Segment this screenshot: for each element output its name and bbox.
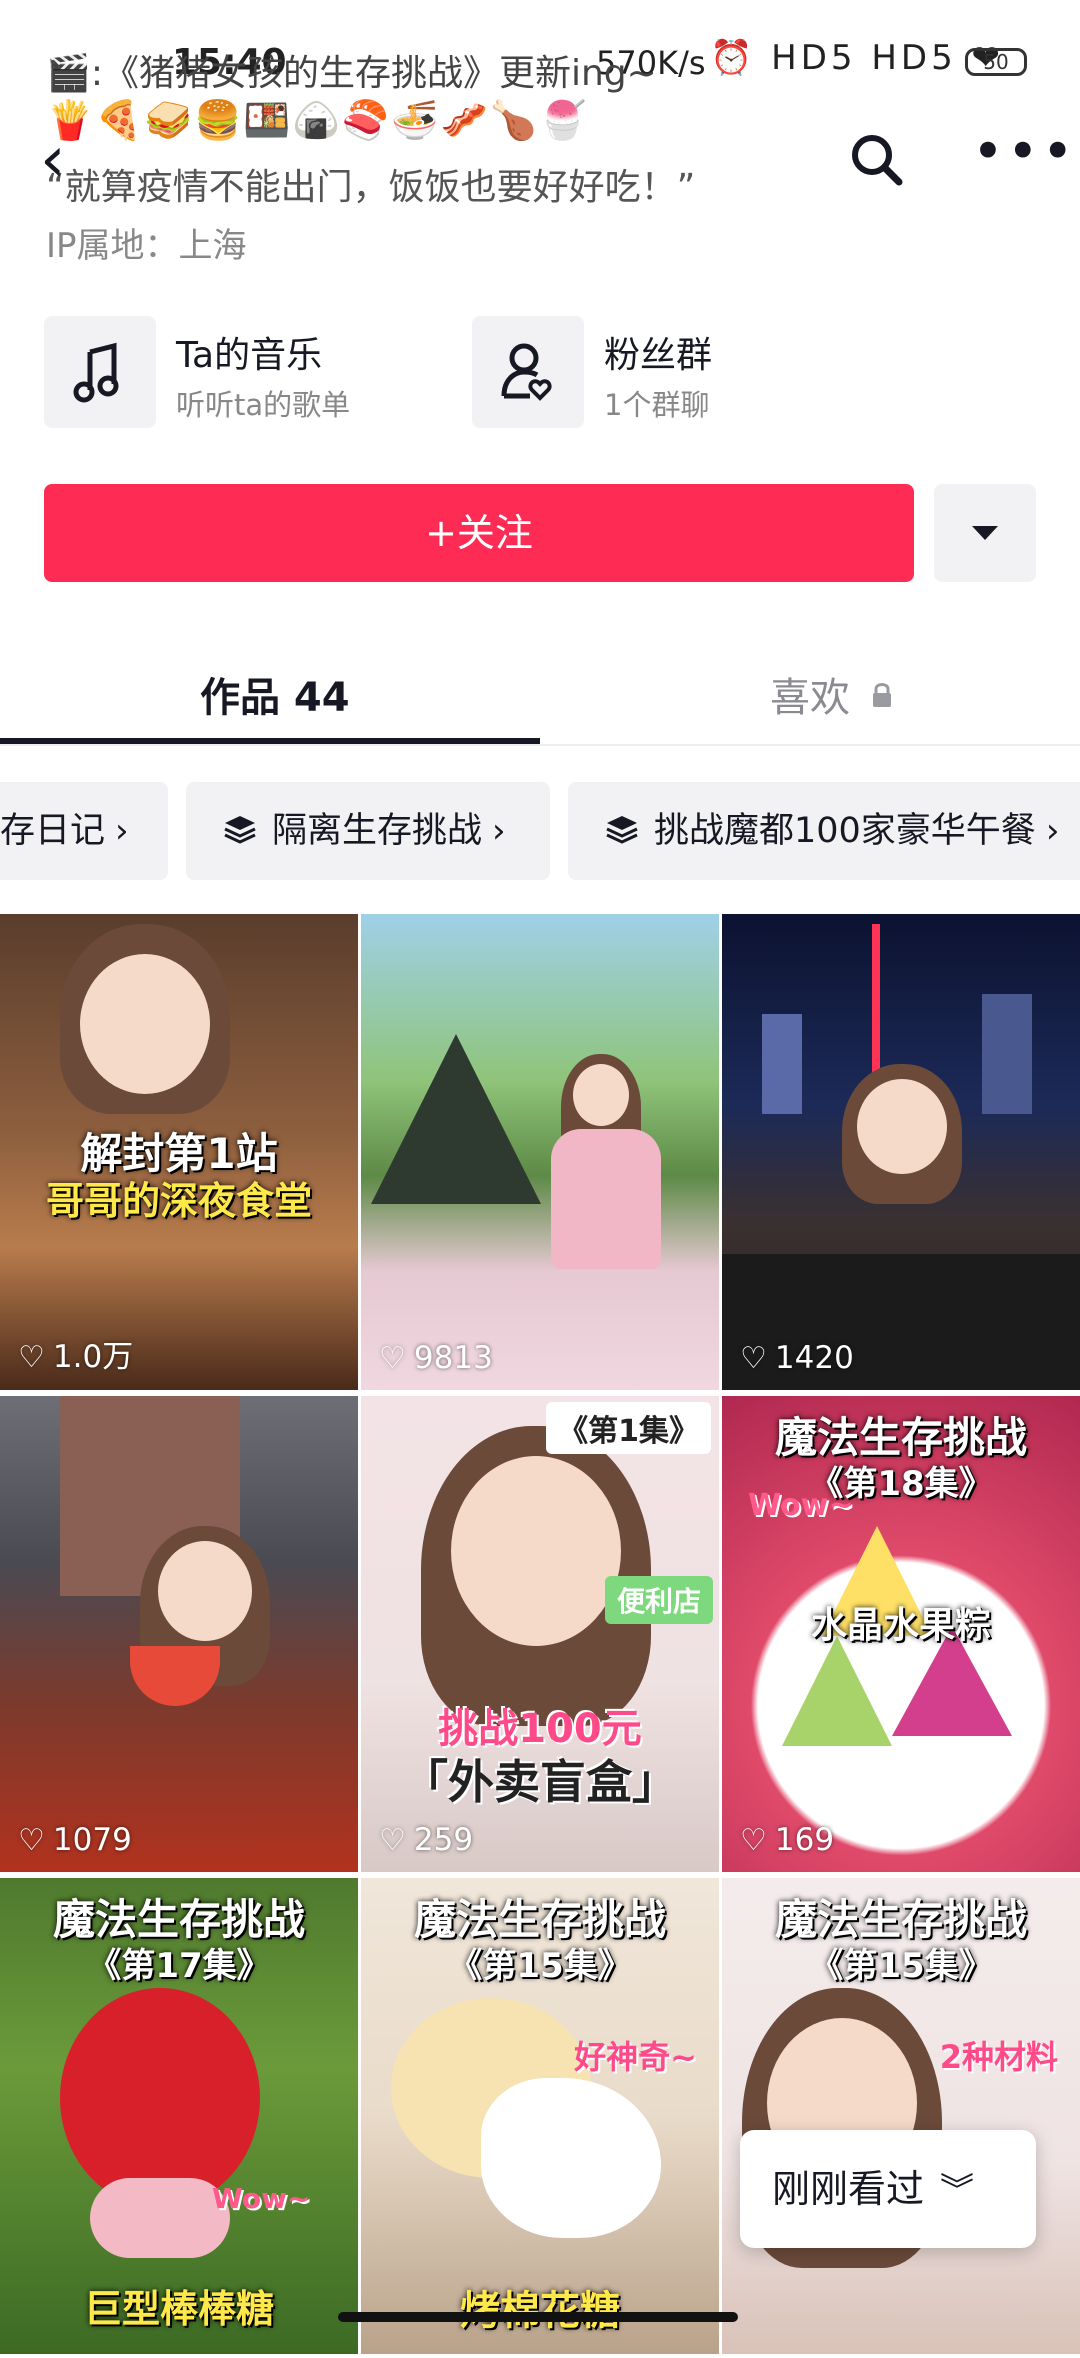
chevron-right-icon: › [1045, 811, 1060, 851]
heart-icon: ♡ [740, 1823, 767, 1858]
video-thumbnail[interactable]: ♡ 9813 [361, 914, 719, 1390]
decoration [551, 1129, 661, 1269]
video-tag: Wow~ [748, 1488, 854, 1523]
heart-icon: ♡ [379, 1341, 406, 1376]
decoration [60, 1988, 260, 2208]
music-card-subtitle: 听听ta的歌单 [176, 388, 351, 422]
battery-icon: 50 [965, 48, 1027, 76]
video-tag: Wow~ [212, 2182, 311, 2215]
lock-icon [871, 673, 893, 719]
collection-chip[interactable]: 存日记 › [0, 782, 168, 880]
decoration [573, 1064, 629, 1126]
fans-group-subtitle: 1个群聊 [604, 388, 710, 422]
video-thumbnail[interactable]: ♡ 1079 [0, 1396, 358, 1872]
decoration [872, 924, 880, 1074]
video-thumbnail[interactable]: 解封第1站 哥哥的深夜食堂 ♡ 1.0万 [0, 914, 358, 1390]
video-tag: 便利店 [604, 1576, 713, 1624]
collection-label: 存日记 [0, 811, 106, 851]
like-count: ♡ 9813 [379, 1340, 493, 1376]
decoration [80, 954, 210, 1094]
decoration [481, 2078, 661, 2238]
video-tag: 2种材料 [939, 2038, 1058, 2076]
like-count: ♡ 1.0万 [18, 1331, 133, 1376]
like-count: ♡ 1079 [18, 1822, 132, 1858]
ip-location: IP属地：上海 [46, 226, 247, 266]
collection-label: 隔离生存挑战 [272, 811, 483, 851]
video-caption: 烤棉花糖 [460, 2288, 620, 2334]
video-caption: 哥哥的深夜食堂 [45, 1179, 312, 1223]
decoration [762, 1014, 802, 1114]
like-count: ♡ 169 [740, 1822, 834, 1858]
tab-likes-label: 喜欢 [770, 675, 850, 721]
like-count-value: 259 [413, 1822, 474, 1858]
video-tag: 《第1集》 [546, 1402, 711, 1454]
like-count-value: 1079 [52, 1822, 132, 1858]
heart-icon: ♡ [18, 1823, 45, 1858]
video-tag: 好神奇~ [574, 2038, 697, 2076]
video-thumbnail[interactable]: 魔法生存挑战 《第15集》 2种材料 [722, 1878, 1080, 2354]
like-count-value: 1420 [774, 1340, 854, 1376]
double-chevron-down-icon: ︾ [940, 2171, 975, 2211]
decoration [857, 1079, 947, 1174]
bio-line: 🎬:《猪猪女孩的生存挑战》更新ing~ [46, 53, 657, 94]
back-chevron-icon[interactable]: ‹ [40, 128, 100, 192]
layers-icon [222, 788, 258, 844]
heart-icon: ♡ [740, 1341, 767, 1376]
video-thumbnail[interactable]: 《第1集》 便利店 挑战100元 「外卖盲盒」 ♡ 259 [361, 1396, 719, 1872]
music-card-title: Ta的音乐 [176, 335, 323, 376]
decoration [782, 1636, 892, 1746]
bio-quote: “就算疫情不能出门，饭饭也要好好吃！” [46, 167, 696, 208]
like-count: ♡ 259 [379, 1822, 473, 1858]
like-count-value: 169 [774, 1822, 835, 1858]
video-caption: 水晶水果粽 [810, 1605, 991, 1646]
music-note-icon [44, 316, 156, 428]
video-thumbnail[interactable]: 魔法生存挑战 《第18集》 Wow~ 水晶水果粽 ♡ 169 [722, 1396, 1080, 1872]
like-count-value: 9813 [413, 1340, 493, 1376]
video-caption: 《第17集》 [87, 1946, 271, 1986]
music-card[interactable]: Ta的音乐 听听ta的歌单 [44, 316, 424, 428]
bio-emojis: 🍟🍕🥪🍔🍱🍙🍣🍜🥓🍗🍧 [46, 98, 589, 142]
system-icons: ⏰ HD5 HD5 ❤ [710, 38, 1005, 78]
chevron-right-icon: › [115, 811, 129, 851]
recently-watched-button[interactable]: 刚刚看过 ︾ [740, 2130, 1036, 2248]
fans-group-title: 粉丝群 [604, 335, 713, 376]
like-count-value: 1.0万 [52, 1339, 134, 1375]
search-icon[interactable] [845, 128, 909, 192]
video-thumbnail[interactable]: 魔法生存挑战 《第17集》 Wow~ 巨型棒棒糖 [0, 1878, 358, 2354]
heart-icon: ♡ [379, 1823, 406, 1858]
decoration [982, 994, 1032, 1114]
fans-group-card[interactable]: 粉丝群 1个群聊 [472, 316, 852, 428]
video-caption: 《第15集》 [809, 1946, 993, 1986]
video-caption: 《第15集》 [448, 1946, 632, 1986]
tab-works[interactable]: 作品 44 [200, 665, 350, 723]
like-count: ♡ 1420 [740, 1340, 854, 1376]
follow-button[interactable]: +关注 [44, 484, 914, 582]
recently-watched-label: 刚刚看过 [772, 2167, 925, 2211]
dropdown-arrow-button[interactable] [934, 484, 1036, 582]
video-caption: 「外卖盲盒」 [402, 1755, 678, 1809]
decoration [158, 1541, 252, 1641]
video-thumbnail[interactable]: 魔法生存挑战 《第15集》 好神奇~ 烤棉花糖 [361, 1878, 719, 2354]
tab-divider [0, 744, 1080, 746]
video-caption: 巨型棒棒糖 [83, 2287, 274, 2331]
layers-icon [604, 788, 640, 844]
tab-likes[interactable]: 喜欢 [770, 665, 893, 723]
chevron-right-icon: › [492, 811, 506, 851]
collection-chip[interactable]: 挑战魔都100家豪华午餐 › [568, 782, 1080, 880]
user-heart-icon [472, 316, 584, 428]
collection-label: 挑战魔都100家豪华午餐 [654, 811, 1036, 851]
video-thumbnail[interactable]: ♡ 1420 [722, 914, 1080, 1390]
decoration [371, 1034, 541, 1204]
home-indicator [338, 2312, 738, 2322]
decoration [130, 1646, 220, 1706]
more-dots-icon[interactable]: ••• [972, 125, 1074, 192]
heart-icon: ♡ [18, 1340, 45, 1375]
decoration [451, 1456, 621, 1646]
collection-chip[interactable]: 隔离生存挑战 › [186, 782, 550, 880]
